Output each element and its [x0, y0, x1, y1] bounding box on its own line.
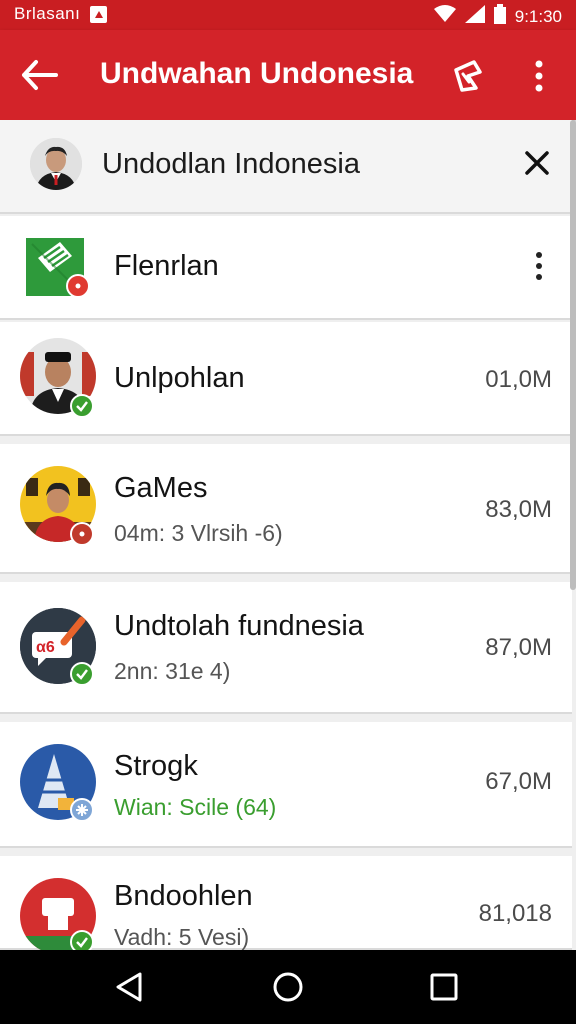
item-size: 01,0M	[485, 366, 552, 393]
more-vert-icon[interactable]	[522, 56, 556, 96]
search-query[interactable]: Undodlan Indonesia	[102, 148, 360, 181]
battery-icon	[493, 4, 506, 29]
status-bar: Brlasanı 9:1:30	[0, 0, 576, 30]
app-bar: Undwahan Undonesia	[0, 30, 576, 120]
notification-icon	[90, 5, 108, 23]
page-title: Undwahan Undonesia	[100, 57, 414, 90]
gear-badge-icon	[70, 798, 94, 822]
share-icon[interactable]	[448, 56, 488, 96]
list-item[interactable]: α6 Undtolah fundnesia 2nn: 31e 4) 87,0M	[0, 582, 572, 714]
check-badge-icon	[70, 394, 94, 418]
item-subtitle: Wian: Scile (64)	[114, 794, 277, 820]
item-subtitle: 2nn: 31e 4)	[114, 658, 231, 684]
item-title: Undtolah fundnesia	[114, 610, 364, 642]
list-item[interactable]: Flenrlan	[0, 216, 572, 320]
list-item[interactable]: Strogk Wian: Scile (64) 67,0M	[0, 722, 572, 848]
more-vert-icon[interactable]	[524, 248, 554, 288]
svg-text:α6: α6	[36, 639, 55, 656]
scrollbar[interactable]	[570, 120, 576, 590]
item-size: 67,0M	[485, 768, 552, 795]
back-arrow-icon[interactable]	[20, 57, 60, 93]
clock-text: 9:1:30	[514, 6, 562, 26]
nav-recents-icon[interactable]	[424, 970, 464, 1004]
status-badge	[70, 522, 94, 546]
signal-icon	[464, 5, 485, 28]
check-badge-icon	[70, 662, 94, 686]
item-title: Unlpohlan	[114, 362, 245, 394]
item-size: 81,018	[478, 900, 552, 927]
item-title: GaMes	[114, 472, 208, 504]
item-title: Flenrlan	[114, 250, 219, 282]
list-item[interactable]: Unlpohlan 01,0M	[0, 322, 572, 436]
item-size: 87,0M	[485, 634, 552, 661]
item-size: 83,0M	[485, 496, 552, 523]
list-item[interactable]: GaMes 04m: 3 Vlrsih -6) 83,0M	[0, 444, 572, 574]
carrier-text: Brlasanı	[14, 4, 81, 23]
item-subtitle: Vadh: 5 Vesi)	[114, 924, 250, 950]
item-subtitle: 04m: 3 Vlrsih -6)	[114, 520, 283, 546]
avatar	[30, 138, 82, 190]
search-strip: Undodlan Indonesia	[0, 120, 572, 214]
wifi-icon	[433, 5, 456, 28]
status-badge	[66, 274, 90, 298]
list-item[interactable]: Bndoohlen Vadh: 5 Vesi) 81,018	[0, 856, 572, 954]
close-icon[interactable]	[520, 146, 554, 180]
item-title: Strogk	[114, 750, 198, 782]
nav-bar	[0, 950, 576, 1024]
nav-home-icon[interactable]	[268, 970, 308, 1004]
item-title: Bndoohlen	[114, 880, 253, 912]
nav-back-icon[interactable]	[110, 970, 150, 1004]
